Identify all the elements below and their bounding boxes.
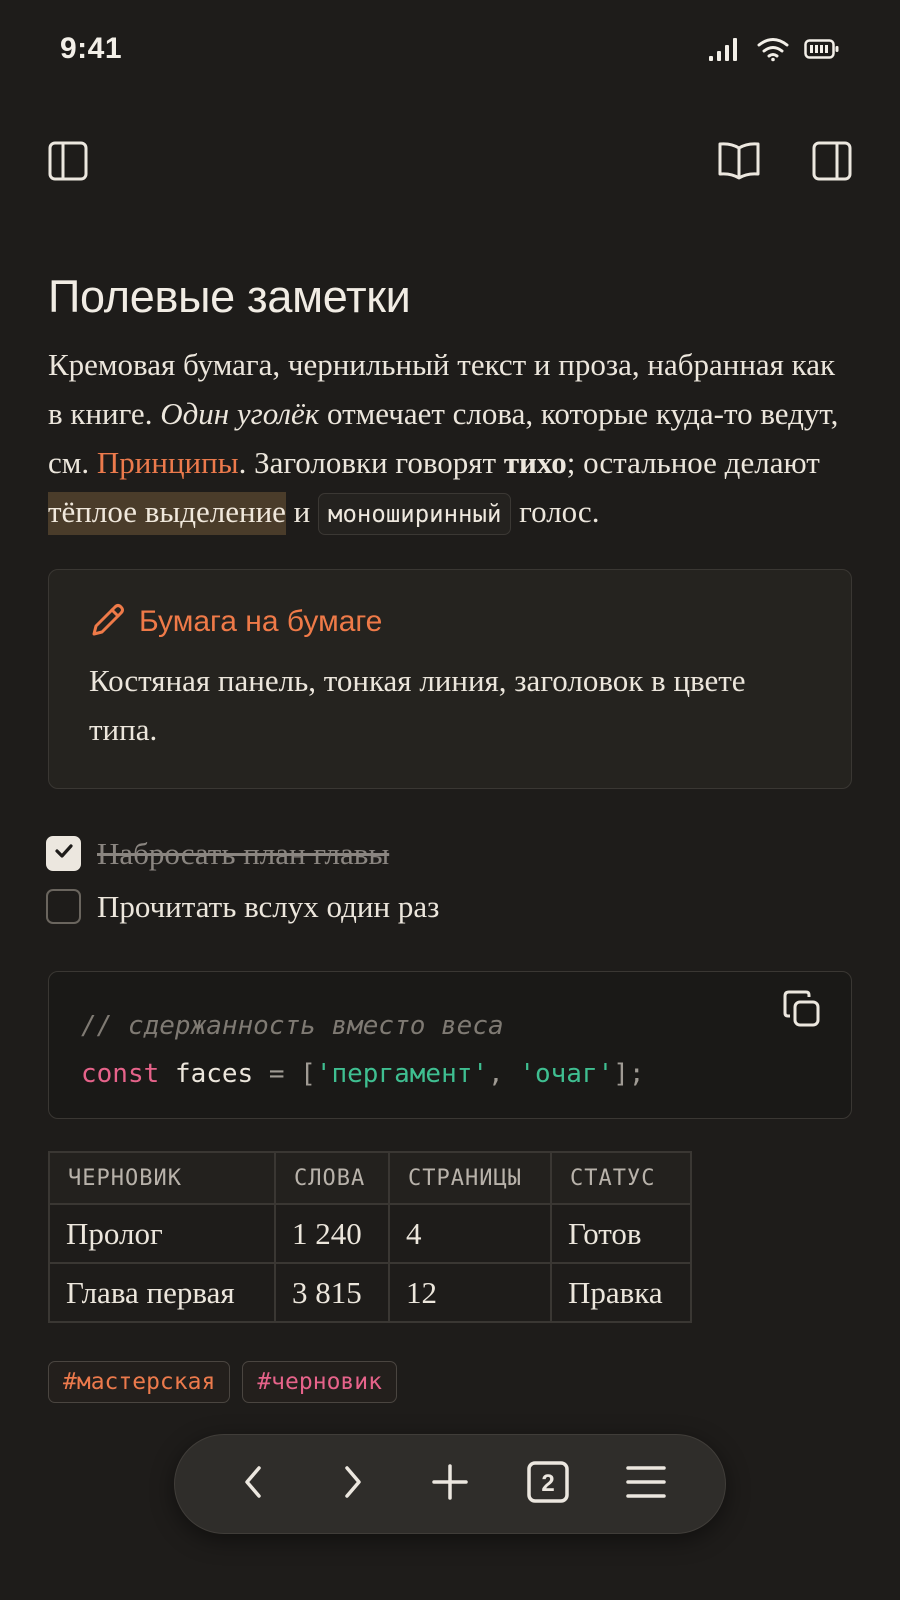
table-cell: 4 — [388, 1203, 552, 1264]
paragraph-text: и — [285, 494, 319, 529]
menu-icon — [626, 1465, 666, 1504]
task-list: Набросать план главы Прочитать вслух оди… — [46, 827, 852, 933]
note-paragraph: Кремовая бумага, чернильный текст и проз… — [48, 340, 852, 539]
table-cell: Пролог — [48, 1203, 276, 1264]
sidebar-right-icon — [811, 140, 853, 182]
task-checkbox-checked[interactable] — [46, 836, 81, 871]
menu-button[interactable] — [618, 1456, 674, 1512]
book-icon — [716, 140, 762, 182]
column-header-draft: ЧЕРНОВИК — [48, 1151, 276, 1205]
principles-link[interactable]: Принципы — [97, 445, 239, 480]
forward-icon — [337, 1464, 367, 1505]
new-tab-button[interactable] — [422, 1456, 478, 1512]
screen: 9:41 Полевые заметки Кремовая бумага, че… — [0, 0, 900, 1600]
toggle-right-sidebar-button[interactable] — [809, 138, 855, 184]
status-icons — [708, 36, 840, 62]
callout: Бумага на бумаге Костяная панель, тонкая… — [48, 569, 852, 789]
sidebar-left-icon — [47, 140, 89, 182]
tag[interactable]: #черновик — [242, 1361, 397, 1403]
tabs-button[interactable]: 2 — [520, 1456, 576, 1512]
tag[interactable]: #мастерская — [48, 1361, 231, 1403]
status-bar: 9:41 — [0, 0, 900, 100]
forward-button[interactable] — [324, 1456, 380, 1512]
task-label: Набросать план главы — [97, 835, 390, 871]
table-cell: 1 240 — [274, 1203, 390, 1264]
table-cell: 12 — [388, 1262, 552, 1323]
task-label: Прочитать вслух один раз — [97, 888, 440, 924]
code-string: 'очаг' — [519, 1059, 614, 1089]
code-comment: // сдержанность вместо веса — [81, 1011, 504, 1041]
table-cell: Готов — [550, 1203, 692, 1264]
table-cell: Правка — [550, 1262, 692, 1323]
status-time: 9:41 — [60, 32, 123, 65]
paragraph-text: голос. — [511, 494, 600, 529]
bottom-navigation: 2 — [174, 1434, 726, 1534]
tag-list: #мастерская #черновик — [48, 1361, 852, 1403]
table-row: Пролог 1 240 4 Готов — [48, 1203, 692, 1264]
code-operator: = [ — [253, 1059, 316, 1089]
callout-title: Бумага на бумаге — [139, 605, 383, 638]
italic-text: Один уголёк — [160, 396, 320, 431]
drafts-table: ЧЕРНОВИК СЛОВА СТРАНИЦЫ СТАТУС Пролог 1 … — [48, 1151, 692, 1323]
task-item: Набросать план главы — [46, 827, 852, 880]
bold-text: тихо — [503, 445, 567, 480]
column-header-pages: СТРАНИЦЫ — [388, 1151, 552, 1205]
note-content: Полевые заметки Кремовая бумага, черниль… — [46, 262, 852, 1403]
signal-icon — [708, 36, 742, 62]
inline-code: моноширинный — [318, 493, 512, 535]
callout-body: Костяная панель, тонкая линия, заголовок… — [89, 663, 746, 747]
code-identifier: faces — [174, 1059, 254, 1089]
tab-count: 2 — [541, 1470, 555, 1497]
wifi-icon — [756, 36, 790, 62]
code-keyword: const — [81, 1059, 160, 1089]
code-end: ]; — [613, 1059, 645, 1089]
pencil-icon — [89, 601, 127, 644]
back-button[interactable] — [226, 1456, 282, 1512]
copy-icon — [782, 989, 822, 1045]
code-block: // сдержанность вместо веса const faces … — [48, 971, 852, 1119]
back-icon — [239, 1464, 269, 1505]
paragraph-text: ; остальное делают — [566, 445, 820, 480]
task-checkbox[interactable] — [46, 889, 81, 924]
task-item: Прочитать вслух один раз — [46, 880, 852, 933]
reading-mode-button[interactable] — [716, 138, 762, 184]
copy-code-button[interactable] — [781, 990, 823, 1038]
table-header-row: ЧЕРНОВИК СЛОВА СТРАНИЦЫ СТАТУС — [48, 1151, 692, 1205]
code-separator: , — [488, 1059, 520, 1089]
callout-header: Бумага на бумаге — [89, 600, 811, 644]
plus-icon — [431, 1463, 469, 1506]
code-string: 'пергамент' — [315, 1059, 489, 1089]
column-header-status: СТАТУС — [550, 1151, 692, 1205]
highlighted-text: тёплое выделение — [48, 492, 286, 535]
page-title: Полевые заметки — [48, 271, 411, 322]
table-row: Глава первая 3 815 12 Правка — [48, 1262, 692, 1323]
column-header-words: СЛОВА — [274, 1151, 390, 1205]
toggle-left-sidebar-button[interactable] — [45, 138, 91, 184]
checkmark-icon — [53, 840, 75, 867]
code-line: const faces = ['пергамент', 'очаг']; — [81, 1050, 819, 1098]
paragraph-text: . Заголовки говорят — [238, 445, 504, 480]
table-cell: 3 815 — [274, 1262, 390, 1323]
battery-icon — [804, 37, 840, 61]
table-cell: Глава первая — [48, 1262, 276, 1323]
